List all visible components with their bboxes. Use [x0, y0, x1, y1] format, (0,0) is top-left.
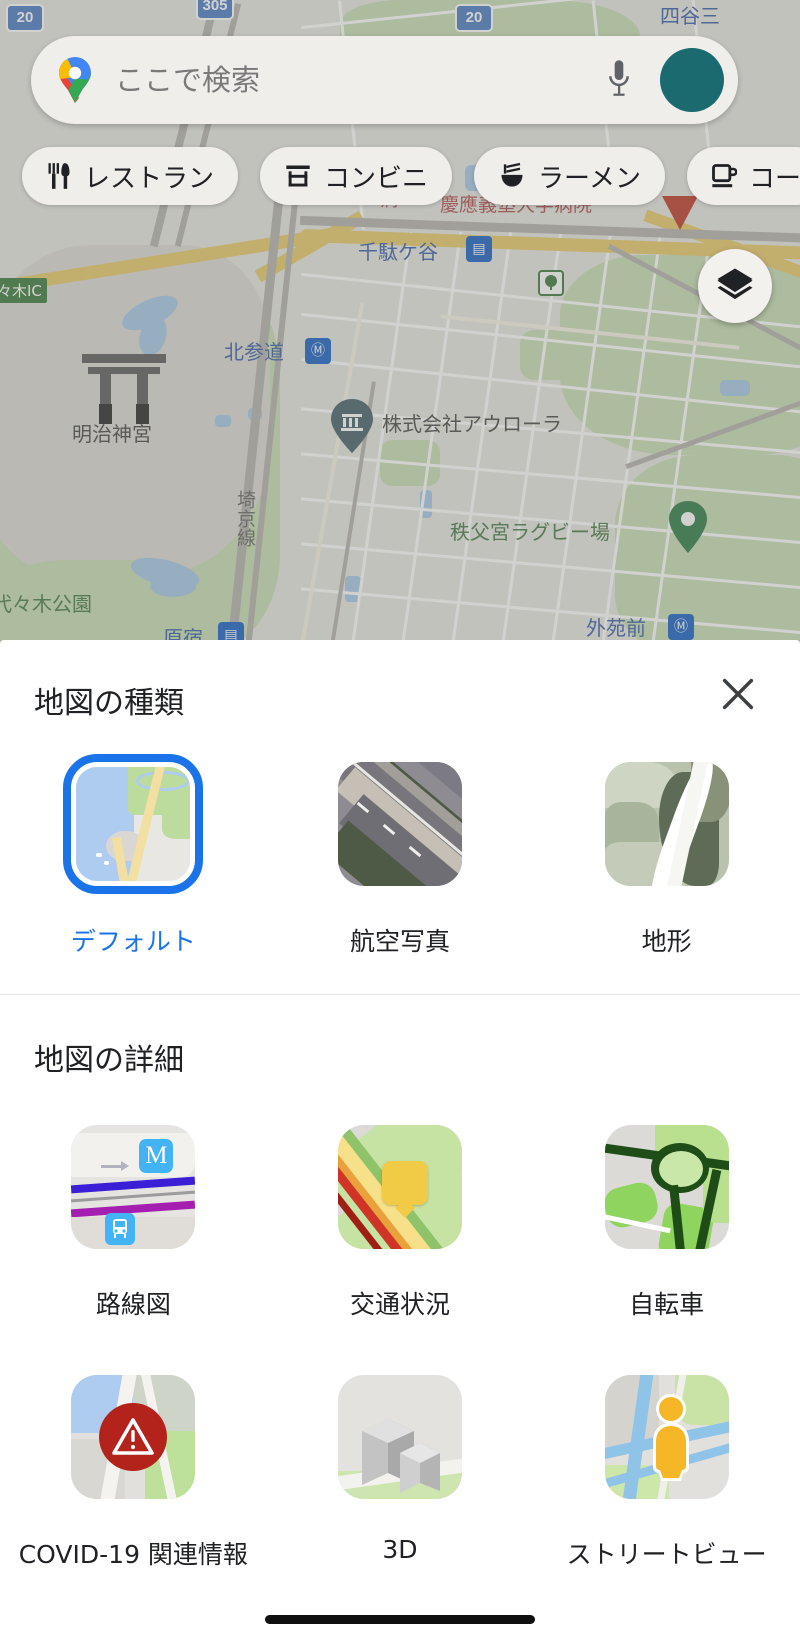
- bicycle-tile: [604, 1125, 729, 1249]
- map-detail-streetview[interactable]: ストリートビュー: [533, 1355, 800, 1571]
- home-indicator: [265, 1615, 535, 1624]
- layers-icon: [717, 268, 753, 300]
- map-details-title: 地図の詳細: [34, 1043, 184, 1078]
- park-badge-icon: [538, 270, 564, 296]
- tile-wrap-streetview[interactable]: [585, 1355, 749, 1519]
- street-view-tile: [604, 1375, 729, 1499]
- map-detail-traffic[interactable]: 交通状況: [267, 1105, 534, 1321]
- map-label-sendagaya: 千駄ケ谷: [358, 240, 438, 264]
- chip-coffee[interactable]: コー: [687, 147, 800, 205]
- three-d-tile: [337, 1375, 462, 1499]
- map-label-gaienmae: 外苑前: [586, 616, 646, 640]
- map-pin-aurora[interactable]: [330, 398, 373, 453]
- tile-wrap-default[interactable]: [51, 742, 215, 906]
- map-label-aurora: 株式会社アウローラ: [382, 412, 562, 436]
- default-map-tile: [71, 762, 196, 886]
- google-maps-app: 20 305 20 々木IC 千駄ケ谷 ▤ 北参道 Ⓜ 原宿 ▤ 外苑前 Ⓜ 四…: [0, 0, 800, 1652]
- route-shield-20-right: 20: [455, 4, 493, 32]
- map-details-grid-row-1: M 路線図 交通状況 自転車: [0, 1105, 800, 1321]
- map-label-yoyogi-park: 代々木公園: [0, 592, 92, 616]
- map-detail-3d[interactable]: 3D: [267, 1355, 534, 1571]
- transit-tile: M: [71, 1125, 196, 1249]
- map-detail-label: 路線図: [95, 1290, 171, 1319]
- tile-wrap-transit[interactable]: M: [51, 1105, 215, 1269]
- map-label-saikyo-line: 埼京線: [234, 490, 256, 547]
- sheet-title: 地図の種類: [34, 686, 184, 721]
- station-badge-sendagaya: ▤: [466, 236, 492, 262]
- terrain-map-tile: [604, 762, 729, 886]
- search-input[interactable]: [115, 63, 596, 97]
- map-label-chichibunomiya: 秩父宮ラグビー場: [450, 520, 610, 544]
- close-icon: [722, 678, 754, 710]
- route-shield-20-left: 20: [6, 4, 44, 32]
- chip-label: ラーメン: [538, 163, 641, 194]
- tile-wrap-terrain[interactable]: [585, 742, 749, 906]
- map-detail-covid[interactable]: COVID-19 関連情報: [0, 1355, 267, 1571]
- chip-label: コー: [749, 163, 800, 194]
- map-type-grid: デフォルト 航空写真 地形: [0, 742, 800, 958]
- traffic-tile: [337, 1125, 462, 1249]
- microphone-icon[interactable]: [596, 59, 642, 101]
- google-maps-pin-icon: [55, 57, 95, 103]
- chip-convenience[interactable]: コンビニ: [260, 147, 453, 205]
- tile-wrap-bicycle[interactable]: [585, 1105, 749, 1269]
- map-label-meiji-jingu: 明治神宮: [72, 422, 152, 446]
- chip-label: コンビニ: [324, 163, 429, 194]
- map-detail-label: 3D: [382, 1535, 418, 1564]
- category-chips: レストラン コンビニ ラーメン コー: [22, 147, 800, 205]
- layers-button[interactable]: [698, 249, 772, 323]
- map-type-terrain[interactable]: 地形: [533, 742, 800, 958]
- map-detail-label: 交通状況: [349, 1290, 450, 1319]
- station-badge-gaienmae: Ⓜ: [668, 614, 694, 640]
- tile-wrap-3d[interactable]: [318, 1355, 482, 1519]
- chip-restaurant[interactable]: レストラン: [22, 147, 239, 205]
- map-details-grid-row-2: COVID-19 関連情報 3D ストリートビュー: [0, 1355, 800, 1571]
- route-shield-305: 305: [196, 0, 234, 20]
- map-type-satellite[interactable]: 航空写真: [267, 742, 534, 958]
- map-detail-label: ストリートビュー: [566, 1540, 767, 1569]
- close-button[interactable]: [712, 668, 764, 720]
- map-detail-label: 自転車: [629, 1290, 705, 1319]
- covid-tile: [71, 1375, 196, 1499]
- sheet-header: 地図の種類: [0, 640, 800, 746]
- map-detail-bicycle[interactable]: 自転車: [533, 1105, 800, 1321]
- search-bar[interactable]: [31, 36, 738, 124]
- tile-wrap-covid[interactable]: [51, 1355, 215, 1519]
- map-type-label: 地形: [641, 927, 692, 956]
- satellite-map-tile: [337, 762, 462, 886]
- avatar[interactable]: [660, 48, 724, 112]
- map-pin-rugby[interactable]: [668, 500, 707, 553]
- station-badge-kitasando: Ⓜ: [305, 338, 331, 364]
- map-label-yotsuya: 四谷三: [660, 4, 720, 28]
- map-type-label: デフォルト: [70, 927, 196, 956]
- map-detail-label: COVID-19 関連情報: [18, 1540, 248, 1569]
- map-type-label: 航空写真: [349, 927, 450, 956]
- tile-wrap-traffic[interactable]: [318, 1105, 482, 1269]
- chip-ramen[interactable]: ラーメン: [474, 147, 665, 205]
- section-divider: [0, 994, 800, 995]
- tile-wrap-satellite[interactable]: [318, 742, 482, 906]
- map-label-kitasando: 北参道: [224, 340, 284, 364]
- map-layers-bottom-sheet: 地図の種類 デフォルト 航空写真 地形 地図の詳細 M 路線図 交通状況 自転車…: [0, 640, 800, 1652]
- map-type-default[interactable]: デフォルト: [0, 742, 267, 958]
- interchange-label: 々木IC: [0, 278, 47, 303]
- chip-label: レストラン: [84, 163, 215, 194]
- map-detail-transit[interactable]: M 路線図: [0, 1105, 267, 1321]
